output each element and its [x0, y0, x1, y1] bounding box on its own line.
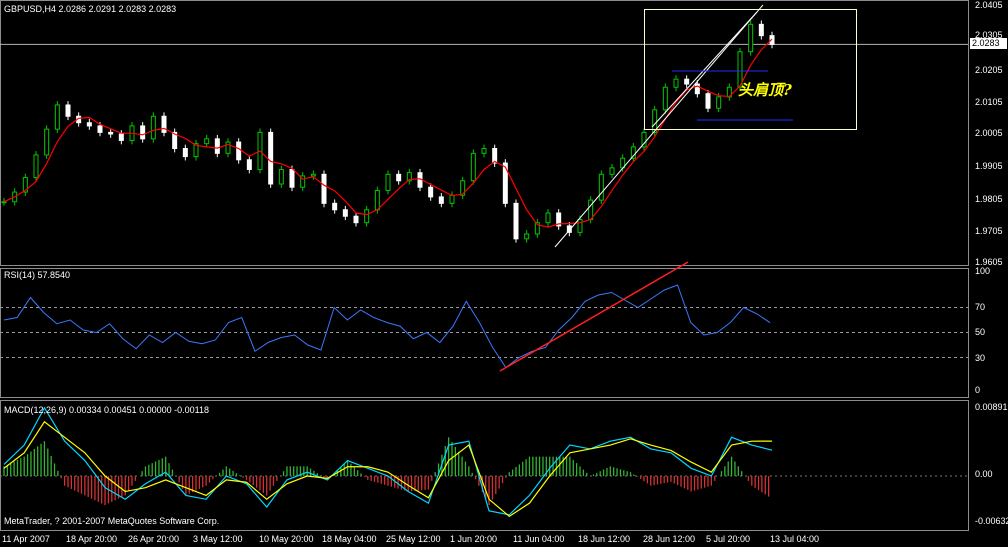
- time-tick: 26 Apr 20:00: [128, 534, 180, 544]
- candle-body: [278, 168, 284, 185]
- candle-body: [225, 141, 231, 154]
- candle-body: [236, 141, 242, 161]
- time-tick: 5 Jul 20:00: [706, 534, 751, 544]
- time-tick: 18 May 04:00: [322, 534, 377, 544]
- price-tick: 1.9805: [975, 194, 1003, 204]
- time-tick: 11 Apr 2007: [2, 534, 50, 544]
- price-tick: 1.9705: [975, 226, 1003, 236]
- candle-body: [748, 23, 754, 53]
- candle-body: [673, 78, 679, 88]
- candle-body: [513, 202, 519, 240]
- time-tick: 28 Jun 12:00: [643, 534, 696, 544]
- candle-body: [374, 189, 380, 211]
- candle-body: [44, 128, 50, 156]
- time-tick: 13 Jul 04:00: [770, 534, 820, 544]
- rsi-tick: 50: [975, 327, 986, 337]
- trendline-support: [554, 4, 764, 248]
- price-tick: 2.0205: [975, 65, 1003, 75]
- candle-body: [396, 173, 402, 182]
- rsi-tick: 100: [975, 266, 991, 276]
- time-tick: 18 Jun 12:00: [578, 534, 631, 544]
- candle-body: [65, 104, 71, 117]
- price-header: GBPUSD,H4 2.0286 2.0291 2.0283 2.0283: [4, 4, 177, 14]
- candle-body: [33, 154, 39, 179]
- rsi-divergence-line: [499, 261, 689, 372]
- moving-average-line: [3, 38, 773, 228]
- candle-body: [97, 125, 103, 133]
- candle-body: [758, 23, 764, 37]
- candle-body: [54, 104, 60, 130]
- rsi-tick: 30: [975, 353, 986, 363]
- candle-body: [588, 199, 594, 220]
- candle-body: [150, 115, 156, 140]
- candle-body: [342, 209, 348, 217]
- candle-body: [140, 125, 146, 140]
- candle-body: [684, 78, 690, 85]
- candle-body: [545, 212, 551, 224]
- time-tick: 10 May 20:00: [259, 534, 314, 544]
- macd-tick: 0.00: [975, 469, 993, 479]
- candle-body: [428, 186, 434, 198]
- time-tick: 25 May 12:00: [386, 534, 441, 544]
- candle-body: [161, 115, 167, 133]
- candle-body: [214, 138, 220, 154]
- candle-body: [662, 86, 668, 111]
- price-tick: 2.0305: [975, 30, 1003, 40]
- macd-tick: -0.00632: [975, 516, 1008, 526]
- candle-body: [353, 215, 359, 224]
- candle-body: [246, 159, 252, 170]
- candle-body: [438, 196, 444, 204]
- macd-main-line: [3, 406, 773, 516]
- candle-body: [332, 202, 338, 211]
- candle-body: [598, 173, 604, 201]
- candle-body: [268, 131, 274, 185]
- candle-body: [577, 218, 583, 233]
- head-shoulders-annotation: 头肩顶?: [738, 81, 792, 99]
- rsi-label: RSI(14) 57.8540: [4, 270, 71, 280]
- candle-body: [364, 209, 370, 224]
- candle-body: [108, 131, 114, 135]
- candle-body: [118, 133, 124, 141]
- price-tick: 2.0105: [975, 97, 1003, 107]
- candle-body: [481, 148, 487, 154]
- candle-body: [1, 201, 7, 204]
- macd-signal-line: [3, 420, 773, 518]
- price-tick: 2.0405: [975, 0, 1003, 10]
- candle-body: [470, 152, 476, 182]
- time-tick: 18 Apr 20:00: [66, 534, 118, 544]
- candle-body: [524, 233, 530, 240]
- price-tick: 2.0005: [975, 128, 1003, 138]
- copyright-text: MetaTrader, ? 2001-2007 MetaQuotes Softw…: [4, 516, 220, 526]
- candle-body: [321, 173, 327, 204]
- candle-body: [385, 173, 391, 191]
- candle-body: [310, 173, 316, 177]
- trading-chart[interactable]: [0, 0, 1008, 547]
- price-tick: 1.9905: [975, 161, 1003, 171]
- time-tick: 1 Jun 20:00: [450, 534, 498, 544]
- candle-body: [182, 148, 188, 158]
- rsi-tick: 0: [975, 385, 981, 395]
- candle-body: [609, 167, 615, 175]
- candle-body: [705, 93, 711, 109]
- time-tick: 11 Jun 04:00: [513, 534, 565, 544]
- macd-tick: 0.00891: [975, 402, 1008, 412]
- candle-body: [289, 168, 295, 188]
- macd-pane-frame: [0, 400, 969, 531]
- candle-body: [204, 138, 210, 145]
- rsi-line: [3, 284, 771, 369]
- candle-body: [716, 96, 722, 109]
- macd-label: MACD(12,26,9) 0.00334 0.00451 0.00000 -0…: [4, 405, 209, 415]
- time-tick: 3 May 12:00: [193, 534, 243, 544]
- rsi-tick: 70: [975, 302, 986, 312]
- candle-body: [449, 194, 455, 204]
- candle-body: [86, 122, 92, 127]
